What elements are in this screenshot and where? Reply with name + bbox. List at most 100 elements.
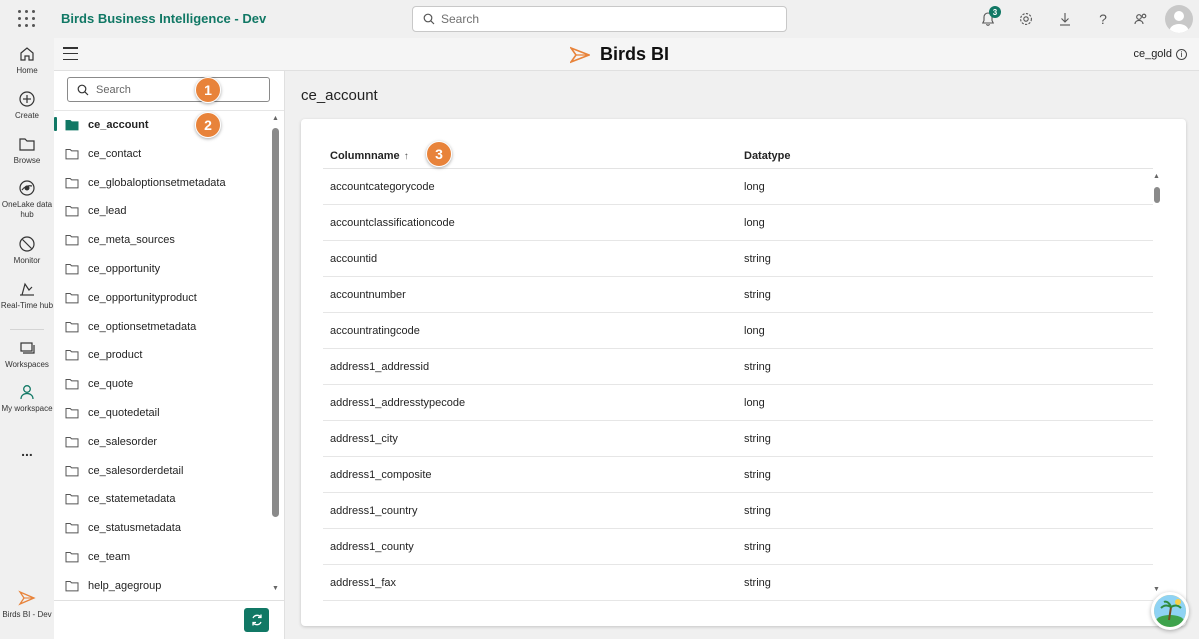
island-icon bbox=[1154, 595, 1186, 627]
table-list-item[interactable]: ce_product bbox=[54, 341, 270, 369]
table-list-item[interactable]: ce_lead bbox=[54, 197, 270, 225]
table-row[interactable]: address1_addressid string bbox=[323, 349, 1153, 385]
folder-icon bbox=[65, 523, 79, 534]
column-name-cell: address1_addressid bbox=[330, 361, 430, 373]
assistant-avatar[interactable] bbox=[1151, 592, 1189, 630]
table-list-item[interactable]: ce_statemetadata bbox=[54, 485, 270, 513]
table-list-item[interactable]: ce_contact bbox=[54, 140, 270, 168]
table-row[interactable]: address1_country string bbox=[323, 493, 1153, 529]
columns-scrollbar[interactable]: ▲ ▼ bbox=[1152, 173, 1162, 593]
rail-item-monitor[interactable]: Monitor bbox=[0, 235, 54, 266]
column-name-cell: accountnumber bbox=[330, 289, 406, 301]
share-feedback-button[interactable] bbox=[1132, 10, 1150, 28]
rail-label-browse: Browse bbox=[13, 156, 41, 165]
rail-item-browse[interactable]: Browse bbox=[0, 135, 54, 166]
rail-item-my-workspace[interactable]: My workspace bbox=[0, 383, 54, 414]
datatype-cell: long bbox=[744, 217, 765, 229]
table-list-item[interactable]: ce_statusmetadata bbox=[54, 514, 270, 542]
rail-item-home[interactable]: Home bbox=[0, 45, 54, 76]
table-row[interactable]: accountnumber string bbox=[323, 277, 1153, 313]
table-row[interactable]: accountid string bbox=[323, 241, 1153, 277]
table-list-item[interactable]: ce_account bbox=[54, 111, 270, 139]
folder-icon bbox=[65, 292, 79, 304]
table-name: ce_salesorder bbox=[88, 435, 158, 448]
rail-item-create[interactable]: Create bbox=[0, 90, 54, 121]
user-avatar[interactable] bbox=[1165, 5, 1193, 33]
column-header-columnname[interactable]: Columnname ↑ bbox=[330, 150, 409, 162]
table-row[interactable]: accountclassificationcode long bbox=[323, 205, 1153, 241]
table-list-item[interactable]: ce_meta_sources bbox=[54, 226, 270, 254]
scroll-up-icon[interactable]: ▲ bbox=[272, 115, 279, 122]
rail-label-birds-bi-dev: Birds BI - Dev bbox=[2, 610, 52, 619]
table-name: ce_product bbox=[88, 349, 143, 362]
settings-button[interactable] bbox=[1017, 10, 1035, 28]
table-list-scrollbar[interactable]: ▲ ▼ bbox=[271, 115, 280, 599]
table-list-item[interactable]: ce_team bbox=[54, 543, 270, 571]
table-search-input[interactable]: Search bbox=[67, 77, 270, 102]
column-name-cell: accountcategorycode bbox=[330, 181, 435, 193]
scrollbar-thumb[interactable] bbox=[272, 128, 279, 517]
table-list-item[interactable]: ce_opportunity bbox=[54, 255, 270, 283]
workspace-user-label[interactable]: ce_gold i bbox=[1133, 48, 1187, 60]
left-navigation-rail: Home Create Browse OneLake data hub Moni… bbox=[0, 38, 54, 639]
table-list-item[interactable]: ce_optionsetmetadata bbox=[54, 313, 270, 341]
global-search-placeholder: Search bbox=[441, 12, 480, 26]
table-row[interactable]: address1_addresstypecode long bbox=[323, 385, 1153, 421]
table-row[interactable]: address1_composite string bbox=[323, 457, 1153, 493]
table-list-item[interactable]: ce_salesorderdetail bbox=[54, 457, 270, 485]
rail-item-birds-bi-dev[interactable]: Birds BI - Dev bbox=[0, 589, 54, 620]
table-row[interactable]: address1_fax string bbox=[323, 565, 1153, 601]
app-title[interactable]: Birds Business Intelligence - Dev bbox=[61, 11, 266, 26]
search-icon bbox=[423, 13, 435, 25]
monitor-icon bbox=[19, 236, 35, 252]
table-list-item[interactable]: ce_salesorder bbox=[54, 428, 270, 456]
table-list-item[interactable]: ce_opportunityproduct bbox=[54, 284, 270, 312]
top-bar: Birds Business Intelligence - Dev Search… bbox=[0, 0, 1199, 38]
table-row[interactable]: address1_city string bbox=[323, 421, 1153, 457]
scroll-down-icon[interactable]: ▼ bbox=[272, 585, 279, 592]
column-header-datatype[interactable]: Datatype bbox=[744, 150, 790, 162]
notification-count-badge: 3 bbox=[989, 6, 1001, 18]
table-sidebar: Search ce_account ce_contact ce_globalopti… bbox=[54, 71, 285, 639]
rail-item-realtime-hub[interactable]: Real-Time hub bbox=[0, 280, 54, 311]
app-launcher-icon[interactable] bbox=[18, 10, 36, 28]
callout-badge: 3 bbox=[426, 141, 452, 167]
rail-item-onelake[interactable]: OneLake data hub bbox=[0, 179, 54, 220]
refresh-button[interactable] bbox=[244, 608, 269, 632]
table-name: ce_quote bbox=[88, 378, 134, 391]
table-list-item[interactable]: ce_quote bbox=[54, 370, 270, 398]
table-list: ce_account ce_contact ce_globaloptionsetme… bbox=[54, 111, 270, 599]
folder-icon bbox=[65, 408, 79, 419]
table-list-item[interactable]: ce_globaloptionsetmetadata bbox=[54, 169, 270, 197]
folder-icon bbox=[65, 321, 79, 332]
folder-icon bbox=[65, 350, 79, 361]
table-name: help_agegroup bbox=[88, 579, 162, 592]
global-search-input[interactable]: Search bbox=[412, 6, 787, 32]
rail-more-button[interactable]: ... bbox=[0, 444, 54, 458]
scroll-up-icon[interactable]: ▲ bbox=[1153, 173, 1160, 180]
rail-label-workspaces: Workspaces bbox=[5, 360, 49, 369]
refresh-icon bbox=[251, 614, 262, 626]
notifications-button[interactable]: 3 bbox=[979, 6, 1001, 28]
download-button[interactable] bbox=[1056, 10, 1074, 28]
rail-item-workspaces[interactable]: Workspaces bbox=[0, 339, 54, 370]
datatype-cell: string bbox=[744, 577, 771, 589]
scrollbar-thumb[interactable] bbox=[1154, 187, 1160, 203]
datatype-cell: string bbox=[744, 541, 771, 553]
datatype-cell: string bbox=[744, 289, 771, 301]
table-row[interactable]: accountratingcode long bbox=[323, 313, 1153, 349]
info-icon[interactable]: i bbox=[1176, 48, 1187, 60]
table-name: ce_opportunity bbox=[88, 263, 161, 275]
table-list-item[interactable]: ce_quotedetail bbox=[54, 399, 270, 427]
table-list-item[interactable]: help_agegroup bbox=[54, 572, 270, 599]
datatype-cell: string bbox=[744, 433, 771, 445]
table-row[interactable]: address1_county string bbox=[323, 529, 1153, 565]
table-name: ce_meta_sources bbox=[88, 234, 175, 247]
callout-badge: 1 bbox=[195, 77, 221, 103]
table-row[interactable]: accountcategorycode long bbox=[323, 169, 1153, 205]
rail-label-monitor: Monitor bbox=[13, 256, 41, 265]
hamburger-menu-icon[interactable] bbox=[63, 47, 78, 60]
help-button[interactable]: ? bbox=[1094, 10, 1112, 28]
table-name: ce_statemetadata bbox=[88, 493, 176, 506]
scroll-down-icon[interactable]: ▼ bbox=[1153, 586, 1160, 593]
